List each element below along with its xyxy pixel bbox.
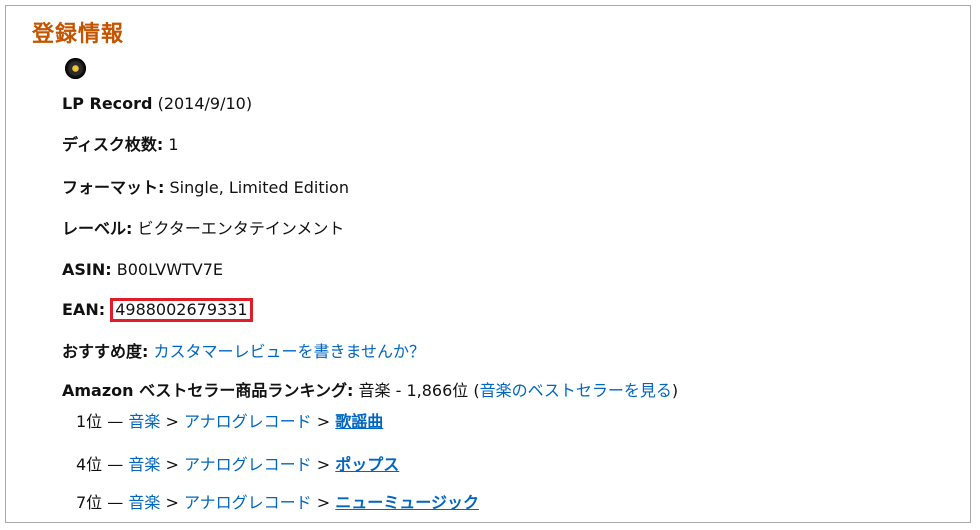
category-link-analog-record[interactable]: アナログレコード [184, 455, 312, 474]
breadcrumb-separator: > [165, 493, 179, 512]
category-link-analog-record[interactable]: アナログレコード [184, 493, 312, 512]
breadcrumb-separator: > [316, 455, 331, 474]
asin-value: B00LVWTV7E [116, 260, 224, 279]
category-link-music[interactable]: 音楽 [128, 412, 160, 431]
asin-label: ASIN: [62, 260, 112, 279]
category-link-music[interactable]: 音楽 [128, 455, 160, 474]
rank-category: 音楽 [358, 381, 391, 400]
sub-rank-row: 4位 — 音楽 > アナログレコード > ポップス [76, 454, 399, 476]
release-date: (2014/9/10) [157, 94, 253, 113]
sub-rank-dash: — [107, 493, 124, 512]
sub-rank-position: 7位 [76, 493, 103, 512]
review-row: おすすめ度: カスタマーレビューを書きませんか？ [62, 341, 425, 363]
breadcrumb-separator: > [165, 412, 179, 431]
product-details-panel: 登録情報 LP Record (2014/9/10) ディスク枚数: 1 フォー… [5, 5, 971, 523]
ean-value-highlighted: 4988002679331 [110, 298, 253, 322]
sub-rank-row: 1位 — 音楽 > アナログレコード > 歌謡曲 [76, 411, 383, 433]
asin-row: ASIN: B00LVWTV7E [62, 259, 223, 281]
vinyl-record-icon [65, 58, 86, 79]
sub-rank-dash: — [107, 412, 124, 431]
review-label: おすすめ度: [62, 342, 149, 361]
record-label-value: ビクターエンタテインメント [137, 219, 345, 238]
breadcrumb-separator: > [165, 455, 179, 474]
format-value: Single, Limited Edition [169, 178, 349, 197]
bestseller-rank-row: Amazon ベストセラー商品ランキング: 音楽 - 1,866位 (音楽のベス… [62, 380, 678, 402]
record-label-row: レーベル: ビクターエンタテインメント [62, 218, 344, 240]
rank-dash: - [395, 381, 402, 400]
disc-count-label: ディスク枚数: [62, 135, 164, 154]
rank-value: 1,866位 [406, 381, 469, 400]
category-link-music[interactable]: 音楽 [128, 493, 160, 512]
media-format-name: LP Record [62, 94, 153, 113]
rank-paren-close: ) [671, 381, 679, 400]
write-review-link[interactable]: カスタマーレビューを書きませんか？ [154, 342, 426, 361]
sub-rank-position: 4位 [76, 455, 103, 474]
breadcrumb-separator: > [316, 412, 331, 431]
media-format-row: LP Record (2014/9/10) [62, 93, 252, 115]
format-label: フォーマット: [62, 178, 165, 197]
sub-rank-dash: — [107, 455, 124, 474]
category-link-kayokyoku[interactable]: 歌謡曲 [335, 412, 383, 431]
sub-rank-position: 1位 [76, 412, 103, 431]
bestseller-rank-label: Amazon ベストセラー商品ランキング: [62, 381, 354, 400]
bestseller-list-link[interactable]: 音楽のベストセラーを見る [480, 381, 672, 400]
ean-row: EAN: 4988002679331 [62, 298, 253, 322]
ean-label: EAN: [62, 300, 106, 319]
sub-rank-row: 7位 — 音楽 > アナログレコード > ニューミュージック [76, 492, 479, 514]
format-row: フォーマット: Single, Limited Edition [62, 177, 349, 199]
disc-count-row: ディスク枚数: 1 [62, 134, 179, 156]
section-title: 登録情報 [32, 22, 125, 47]
category-link-pops[interactable]: ポップス [335, 455, 399, 474]
record-label-label: レーベル: [62, 219, 133, 238]
category-link-new-music[interactable]: ニューミュージック [335, 493, 479, 512]
category-link-analog-record[interactable]: アナログレコード [184, 412, 312, 431]
disc-count-value: 1 [168, 135, 179, 154]
breadcrumb-separator: > [316, 493, 331, 512]
